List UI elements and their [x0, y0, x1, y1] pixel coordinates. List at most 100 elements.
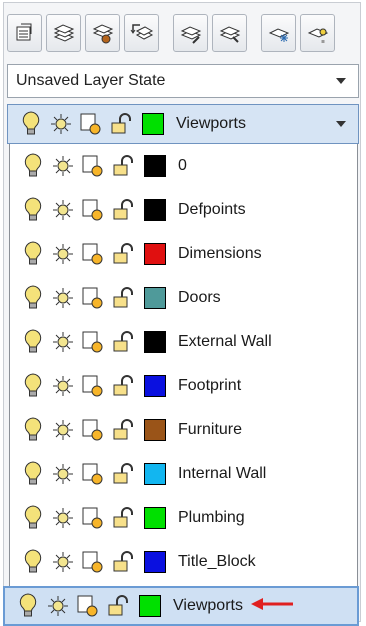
- layer-color-swatch[interactable]: [144, 375, 166, 397]
- padlock-icon[interactable]: [110, 328, 136, 356]
- current-layer-name: Viewports: [176, 115, 246, 132]
- padlock-icon[interactable]: [110, 416, 136, 444]
- sun-icon[interactable]: [50, 416, 76, 444]
- layer-name: Plumbing: [178, 509, 245, 526]
- layer-row[interactable]: Title_Block: [10, 540, 357, 584]
- layer-row[interactable]: Furniture: [10, 408, 357, 452]
- layer-name: Footprint: [178, 377, 242, 394]
- light-bulb-icon[interactable]: [20, 152, 46, 180]
- layer-color-swatch[interactable]: [144, 419, 166, 441]
- layer-row-selected[interactable]: Viewports: [3, 586, 359, 626]
- sun-icon[interactable]: [48, 110, 74, 138]
- light-bulb-icon[interactable]: [20, 548, 46, 576]
- layer-color-swatch[interactable]: [142, 113, 164, 135]
- layer-states-icon: [92, 24, 113, 44]
- layer-color-swatch[interactable]: [144, 331, 166, 353]
- set-current-layer-button[interactable]: [46, 14, 81, 52]
- layer-row[interactable]: Dimensions: [10, 232, 357, 276]
- layer-color-swatch[interactable]: [144, 287, 166, 309]
- light-bulb-icon[interactable]: [20, 284, 46, 312]
- layer-state-value: Unsaved Layer State: [16, 72, 166, 89]
- unisolate-layer-button[interactable]: [212, 14, 247, 52]
- light-bulb-icon[interactable]: [20, 460, 46, 488]
- off-layer-icon: [307, 28, 328, 43]
- light-bulb-icon[interactable]: [18, 110, 44, 138]
- layer-row[interactable]: Plumbing: [10, 496, 357, 540]
- padlock-icon[interactable]: [110, 504, 136, 532]
- layer-name: Defpoints: [178, 201, 246, 218]
- layer-row[interactable]: Doors: [10, 276, 357, 320]
- current-layer-dropdown[interactable]: Viewports: [7, 104, 359, 144]
- chevron-down-icon: [336, 121, 346, 127]
- padlock-icon[interactable]: [105, 592, 131, 620]
- layer-color-swatch[interactable]: [144, 507, 166, 529]
- viewport-freeze-icon[interactable]: [78, 110, 104, 138]
- padlock-icon[interactable]: [110, 196, 136, 224]
- sun-icon[interactable]: [50, 152, 76, 180]
- viewport-freeze-icon[interactable]: [80, 240, 106, 268]
- padlock-icon[interactable]: [110, 460, 136, 488]
- layer-properties-button[interactable]: [7, 14, 42, 52]
- layer-name: Doors: [178, 289, 221, 306]
- layer-row[interactable]: 0: [10, 144, 357, 188]
- viewport-freeze-icon[interactable]: [80, 548, 106, 576]
- sun-icon[interactable]: [50, 372, 76, 400]
- layer-name: Furniture: [178, 421, 243, 438]
- layer-color-swatch[interactable]: [144, 199, 166, 221]
- layer-color-swatch[interactable]: [144, 243, 166, 265]
- padlock-icon[interactable]: [110, 152, 136, 180]
- viewport-freeze-icon[interactable]: [80, 460, 106, 488]
- layer-color-swatch[interactable]: [144, 463, 166, 485]
- off-layer-button[interactable]: [300, 14, 335, 52]
- light-bulb-icon[interactable]: [15, 592, 41, 620]
- layer-color-swatch[interactable]: [144, 155, 166, 177]
- layer-name: 0: [178, 157, 187, 174]
- freeze-layer-icon: [268, 28, 289, 42]
- layer-name: Viewports: [173, 597, 243, 614]
- layer-row[interactable]: External Wall: [10, 320, 357, 364]
- viewport-freeze-icon[interactable]: [80, 328, 106, 356]
- freeze-layer-button[interactable]: [261, 14, 296, 52]
- viewport-freeze-icon[interactable]: [80, 416, 106, 444]
- layer-previous-button[interactable]: [124, 14, 159, 52]
- chevron-down-icon: [336, 78, 346, 84]
- viewport-freeze-icon[interactable]: [80, 152, 106, 180]
- layer-name: Title_Block: [178, 553, 256, 570]
- layer-previous-icon: [130, 24, 153, 40]
- light-bulb-icon[interactable]: [20, 504, 46, 532]
- layer-color-swatch[interactable]: [144, 551, 166, 573]
- light-bulb-icon[interactable]: [20, 372, 46, 400]
- sun-icon[interactable]: [50, 548, 76, 576]
- layer-properties-icon: [16, 23, 31, 41]
- sun-icon[interactable]: [50, 328, 76, 356]
- layer-row[interactable]: Footprint: [10, 364, 357, 408]
- light-bulb-icon[interactable]: [20, 416, 46, 444]
- padlock-icon[interactable]: [110, 372, 136, 400]
- layer-row[interactable]: Internal Wall: [10, 452, 357, 496]
- sun-icon[interactable]: [50, 196, 76, 224]
- padlock-icon[interactable]: [108, 110, 134, 138]
- isolate-layer-icon: [180, 26, 201, 44]
- viewport-freeze-icon[interactable]: [80, 504, 106, 532]
- sun-icon[interactable]: [50, 460, 76, 488]
- layer-state-dropdown[interactable]: Unsaved Layer State: [7, 64, 359, 98]
- light-bulb-icon[interactable]: [20, 196, 46, 224]
- light-bulb-icon[interactable]: [20, 328, 46, 356]
- layer-row[interactable]: Defpoints: [10, 188, 357, 232]
- sun-icon[interactable]: [50, 504, 76, 532]
- layer-list: 0 Defpoints Dimensions Doors External Wall Fo…: [9, 144, 358, 622]
- layer-color-swatch[interactable]: [139, 595, 161, 617]
- viewport-freeze-icon[interactable]: [80, 196, 106, 224]
- layer-states-button[interactable]: [85, 14, 120, 52]
- isolate-layer-button[interactable]: [173, 14, 208, 52]
- viewport-freeze-icon[interactable]: [80, 284, 106, 312]
- sun-icon[interactable]: [50, 284, 76, 312]
- padlock-icon[interactable]: [110, 240, 136, 268]
- viewport-freeze-icon[interactable]: [75, 592, 101, 620]
- padlock-icon[interactable]: [110, 284, 136, 312]
- sun-icon[interactable]: [45, 592, 71, 620]
- sun-icon[interactable]: [50, 240, 76, 268]
- light-bulb-icon[interactable]: [20, 240, 46, 268]
- viewport-freeze-icon[interactable]: [80, 372, 106, 400]
- padlock-icon[interactable]: [110, 548, 136, 576]
